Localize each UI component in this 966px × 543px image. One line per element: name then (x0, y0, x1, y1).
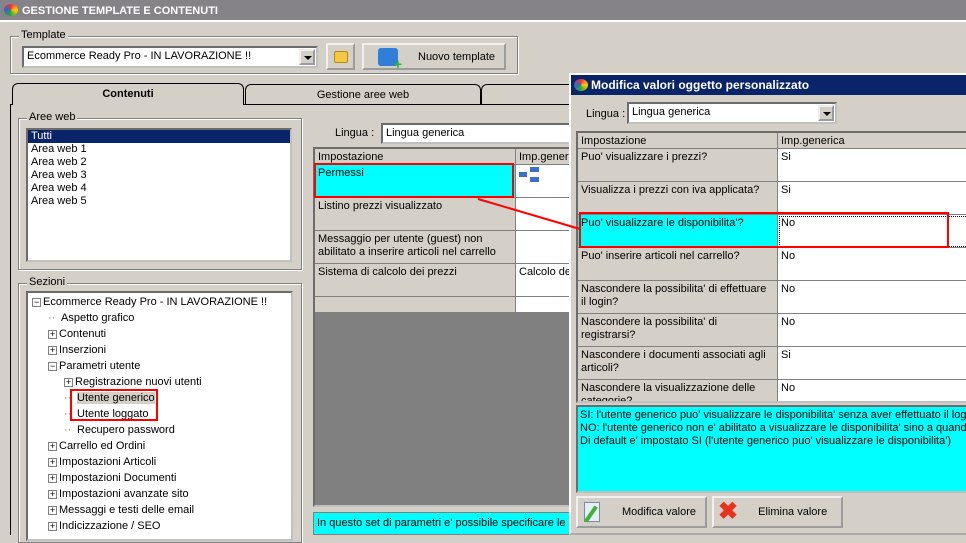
annotation-arrow (477, 198, 581, 230)
